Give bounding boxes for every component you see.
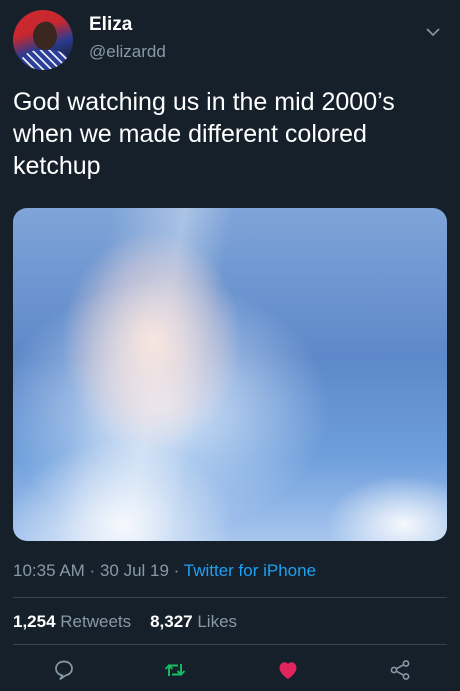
- retweet-icon[interactable]: [163, 658, 187, 682]
- retweets-label: Retweets: [60, 612, 132, 631]
- share-icon[interactable]: [388, 658, 412, 682]
- avatar-shirt: [21, 50, 69, 70]
- meta-separator: ·: [84, 561, 100, 580]
- tweet-meta: 10:35 AM · 30 Jul 19 · Twitter for iPhon…: [13, 561, 316, 581]
- heart-icon[interactable]: [276, 658, 300, 682]
- reply-icon[interactable]: [52, 658, 76, 682]
- tweet-image[interactable]: [13, 208, 447, 541]
- tweet-source-link[interactable]: Twitter for iPhone: [184, 561, 316, 580]
- chevron-down-icon[interactable]: [423, 22, 443, 42]
- avatar-face: [33, 22, 57, 50]
- retweets-stat[interactable]: 1,254 Retweets: [13, 612, 131, 631]
- user-handle[interactable]: @elizardd: [89, 42, 166, 62]
- likes-stat[interactable]: 8,327 Likes: [150, 612, 237, 631]
- retweets-count: 1,254: [13, 612, 56, 631]
- likes-count: 8,327: [150, 612, 193, 631]
- tweet-stats: 1,254 Retweets 8,327 Likes: [13, 612, 237, 632]
- tweet-text: God watching us in the mid 2000’s when w…: [13, 88, 395, 180]
- divider: [13, 644, 447, 645]
- tweet-date: 30 Jul 19: [99, 561, 169, 580]
- tweet-time: 10:35 AM: [13, 561, 85, 580]
- meta-separator: ·: [168, 561, 184, 580]
- tweet-header: Eliza @elizardd: [13, 8, 447, 70]
- divider: [13, 597, 447, 598]
- avatar[interactable]: [13, 10, 73, 70]
- user-name[interactable]: Eliza: [89, 14, 132, 36]
- action-bar: [0, 658, 460, 686]
- likes-label: Likes: [197, 612, 238, 631]
